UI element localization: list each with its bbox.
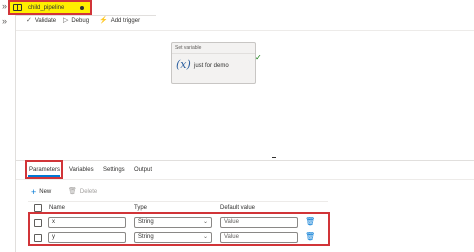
validate-button[interactable]: ✓ Validate [26, 16, 56, 26]
pipeline-icon [13, 4, 22, 11]
active-tab-indicator [28, 175, 60, 177]
tabs-divider [16, 179, 474, 180]
pipeline-tab[interactable]: child_pipeline [8, 0, 92, 15]
column-name-header: Name [49, 205, 66, 211]
check-icon: ✓ [26, 17, 32, 24]
chevron-down-icon: ⌄ [202, 219, 208, 225]
column-default-header: Default value [220, 205, 256, 211]
tab-variables[interactable]: Variables [69, 165, 94, 175]
default-value-input[interactable]: Value [220, 232, 298, 243]
row-checkbox[interactable] [34, 219, 42, 227]
column-type-header: Type [134, 205, 148, 211]
variable-icon: (x) [176, 58, 191, 71]
default-value-input[interactable]: Value [220, 217, 298, 228]
plus-icon: + [31, 186, 37, 197]
debug-button[interactable]: ▷ Debug [63, 16, 89, 26]
tab-settings[interactable]: Settings [103, 165, 125, 175]
delete-row-icon[interactable]: 🗑 [305, 233, 315, 241]
play-icon: ▷ [63, 17, 69, 24]
pipeline-tab-title: child_pipeline [28, 5, 65, 11]
chevron-down-icon: ⌄ [202, 234, 208, 240]
tab-output[interactable]: Output [134, 165, 152, 175]
grid-top-divider [28, 201, 328, 202]
add-trigger-label: Add trigger [110, 18, 141, 24]
new-label: New [39, 189, 52, 195]
activity-name: just for demo [194, 63, 229, 69]
lightning-icon: ⚡ [99, 17, 108, 24]
row-checkbox[interactable] [34, 234, 42, 242]
parameter-name-input[interactable]: y [48, 232, 126, 243]
set-variable-activity[interactable]: Set variable (x) just for demo [171, 42, 256, 84]
expand-panel-icon[interactable]: » [2, 17, 7, 26]
validate-label: Validate [34, 18, 57, 24]
panel-splitter-handle[interactable] [272, 157, 276, 158]
unsaved-dot-icon [80, 6, 84, 10]
parameter-type-select[interactable]: String ⌄ [134, 232, 212, 243]
select-all-checkbox[interactable] [34, 204, 42, 212]
debug-label: Debug [71, 18, 90, 24]
tab-parameters[interactable]: Parameters [29, 165, 60, 175]
activity-type: Set variable [172, 43, 255, 54]
left-rail [0, 0, 16, 252]
checkmark-icon: ✓ [255, 53, 262, 62]
toolbar-divider [16, 30, 474, 31]
new-parameter-button[interactable]: + New [31, 187, 51, 197]
add-trigger-button[interactable]: ⚡ Add trigger [99, 16, 140, 26]
parameter-type-value: String [138, 234, 154, 240]
parameter-type-select[interactable]: String ⌄ [134, 217, 212, 228]
parameter-type-value: String [138, 219, 154, 225]
delete-label: Delete [79, 189, 98, 195]
parameter-name-input[interactable]: x [48, 217, 126, 228]
panel-divider [16, 160, 474, 161]
trash-icon: 🗑 [68, 188, 77, 195]
delete-row-icon[interactable]: 🗑 [305, 218, 315, 226]
delete-parameter-button[interactable]: 🗑 Delete [68, 187, 97, 197]
expand-rail-icon[interactable]: » [2, 2, 7, 11]
